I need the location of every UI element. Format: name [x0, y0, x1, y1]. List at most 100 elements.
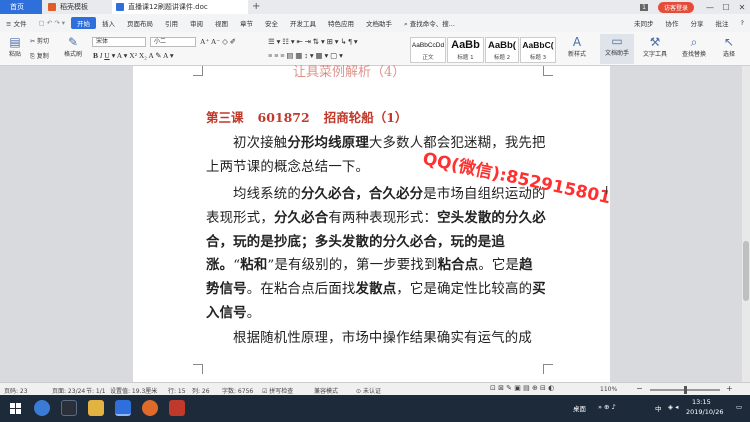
margin-corner-top-right: [543, 66, 553, 76]
status-words[interactable]: 字数: 6756: [222, 386, 253, 395]
menu-security[interactable]: 安全: [259, 18, 284, 28]
lesson-name: 招商轮船（1）: [323, 110, 408, 125]
font-size-adjust-icons[interactable]: A⁺ A⁻ ◇ ✐: [200, 37, 236, 46]
menu-special-apps[interactable]: 特色应用: [322, 18, 360, 28]
help-button[interactable]: ?: [735, 19, 750, 27]
status-page[interactable]: 页码: 23: [4, 386, 28, 395]
menu-view[interactable]: 视图: [209, 18, 234, 28]
clock-time[interactable]: 13:15: [692, 398, 711, 406]
compat-mode: 兼容模式: [314, 388, 339, 395]
status-section: 节: 1/1: [86, 388, 106, 395]
text-format-icons[interactable]: B I U ▾ A ▾ X² X₂ A ✎ A ▾: [93, 51, 174, 60]
cert-icon: ⊙: [356, 388, 363, 395]
menu-review[interactable]: 审阅: [184, 18, 209, 28]
window-count-badge: 1: [640, 3, 648, 11]
desktop-label[interactable]: 桌面: [573, 403, 586, 413]
network-volume-icons[interactable]: ◈ ◂: [668, 403, 678, 411]
document-icon: ▭: [611, 34, 623, 48]
wps-writer-icon[interactable]: [115, 400, 131, 416]
login-button[interactable]: 访客登录: [657, 1, 694, 13]
menu-start[interactable]: 开始: [71, 17, 97, 29]
list-icons[interactable]: ☰ ▾ ☷ ▾ ⇤ ⇥ ⇅ ▾ ⊞ ▾ ↳ ¶ ▾: [268, 37, 358, 46]
collab-button[interactable]: 协作: [660, 18, 685, 28]
status-setting: 设置值: 19.3厘米: [110, 388, 158, 395]
text-cursor-icon: I: [605, 184, 609, 197]
copy-button[interactable]: ⎘ 复制: [30, 51, 49, 61]
status-pages[interactable]: 页面: 23/24: [52, 386, 85, 395]
sync-status[interactable]: 未同步: [628, 18, 660, 28]
tray-icons[interactable]: » ⊕ ♪: [598, 403, 616, 411]
view-mode-icons[interactable]: ⊡ ⊠ ✎ ▣ ▤ ⊕ ⊟ ◐: [490, 384, 554, 392]
file-menu[interactable]: ≡ 文件: [0, 18, 33, 28]
status-col: 列: 26: [192, 388, 210, 395]
paste-button[interactable]: ▤ 粘贴: [6, 35, 24, 58]
docer-icon: [48, 3, 56, 11]
select-button[interactable]: ↖ 选择: [716, 35, 742, 58]
menu-page-layout[interactable]: 页面布局: [121, 18, 159, 28]
menu-bar: ≡ 文件 ▢ ↶ ↷ ▾ 开始 插入 页面布局 引用 审阅 视图 章节 安全 开…: [0, 14, 750, 32]
menu-section[interactable]: 章节: [234, 18, 259, 28]
word-doc-icon: [116, 3, 124, 11]
tab-docer-template[interactable]: 稻壳模板: [44, 0, 110, 14]
format-painter-button[interactable]: ✎ 格式刷: [60, 35, 86, 58]
margin-corner-top-left: [193, 66, 203, 76]
style-heading-3[interactable]: AaBbC( 标题 3: [520, 37, 556, 63]
text-tools-button[interactable]: ⚒ 文字工具: [638, 35, 672, 58]
wrench-icon: ⚒: [649, 35, 661, 49]
zoom-out-button[interactable]: −: [636, 384, 643, 393]
font-family-select[interactable]: 宋体: [92, 37, 146, 47]
minimize-button[interactable]: —: [702, 3, 718, 12]
menu-insert[interactable]: 插入: [96, 18, 121, 28]
tab-home[interactable]: 首页: [0, 0, 42, 14]
zoom-slider-knob[interactable]: [684, 386, 687, 394]
find-replace-button[interactable]: ⌕ 查找替换: [676, 35, 712, 58]
document-workspace: 让具菜例解析（4） 第三课 601872 招商轮船（1） 初次接触分形均线原理大多数…: [0, 65, 750, 382]
windows-start-icon[interactable]: [10, 403, 21, 414]
menu-reference[interactable]: 引用: [159, 18, 184, 28]
windows-taskbar: 桌面 » ⊕ ♪ 中 ◈ ◂ 13:15 2019/10/26 ▭: [0, 395, 750, 422]
menu-right-group: 未同步 协作 分享 批注 ?: [628, 18, 750, 28]
menu-doc-assistant[interactable]: 文档助手: [360, 18, 398, 28]
zoom-level[interactable]: 110%: [600, 386, 617, 393]
style-heading-2[interactable]: AaBb( 标题 2: [485, 37, 519, 63]
taskbar-app-5-icon[interactable]: [142, 400, 158, 416]
brush-icon: ✎: [67, 35, 79, 49]
margin-corner-bottom-right: [543, 364, 553, 374]
ime-indicator[interactable]: 中: [655, 403, 662, 413]
paragraph-3: 根据随机性原理，市场中操作结果确实有运气的成: [233, 331, 532, 346]
taskbar-app-6-icon[interactable]: [169, 400, 185, 416]
doc-assistant-button[interactable]: ▭ 文档助手: [600, 34, 634, 64]
scrollbar-thumb[interactable]: [743, 241, 749, 301]
quick-access-icons[interactable]: ▢ ↶ ↷ ▾: [33, 19, 72, 27]
cursor-icon: ↖: [723, 35, 735, 49]
taskbar-app-2-icon[interactable]: [61, 400, 77, 416]
alignment-icons[interactable]: ≡ ≡ ≡ ▤ ▦ ↕ ▾ ▦ ▾ ▢ ▾: [268, 51, 343, 60]
spell-check[interactable]: ☑ 拼写检查: [262, 386, 293, 395]
style-normal[interactable]: AaBbCcDd 正文: [410, 37, 446, 63]
lesson-label: 第三课: [206, 110, 244, 125]
status-row: 行: 15: [168, 388, 186, 395]
status-bar: 页码: 23 页面: 23/24 节: 1/1 设置值: 19.3厘米 行: 1…: [0, 382, 750, 395]
style-heading-1[interactable]: AaBb 标题 1: [447, 37, 484, 63]
vertical-scrollbar[interactable]: [742, 66, 750, 382]
copy-icon: ⎘: [30, 53, 37, 60]
cut-button[interactable]: ✂ 剪切: [30, 36, 49, 45]
new-tab-button[interactable]: +: [252, 0, 260, 14]
clock-date[interactable]: 2019/10/26: [686, 408, 723, 416]
taskbar-app-1-icon[interactable]: [34, 400, 50, 416]
close-button[interactable]: ✕: [734, 3, 750, 12]
maximize-button[interactable]: ☐: [718, 3, 734, 12]
document-page[interactable]: 让具菜例解析（4） 第三课 601872 招商轮船（1） 初次接触分形均线原理大多数…: [133, 65, 610, 382]
command-search[interactable]: ⌕ 查找命令、搜...: [398, 18, 461, 29]
cert-status[interactable]: ⊙ 未认证: [356, 386, 381, 395]
zoom-in-button[interactable]: +: [726, 384, 733, 393]
magnifier-icon: ⌕: [690, 35, 698, 49]
notification-icon[interactable]: ▭: [736, 403, 742, 411]
tab-document[interactable]: 直播课12刷题讲课件.doc: [112, 0, 248, 14]
share-button[interactable]: 分享: [685, 18, 710, 28]
comment-button[interactable]: 批注: [710, 18, 735, 28]
new-style-button[interactable]: A 新样式: [562, 35, 592, 58]
menu-dev-tools[interactable]: 开发工具: [284, 18, 322, 28]
font-size-select[interactable]: 小二: [150, 37, 196, 47]
file-explorer-icon[interactable]: [88, 400, 104, 416]
